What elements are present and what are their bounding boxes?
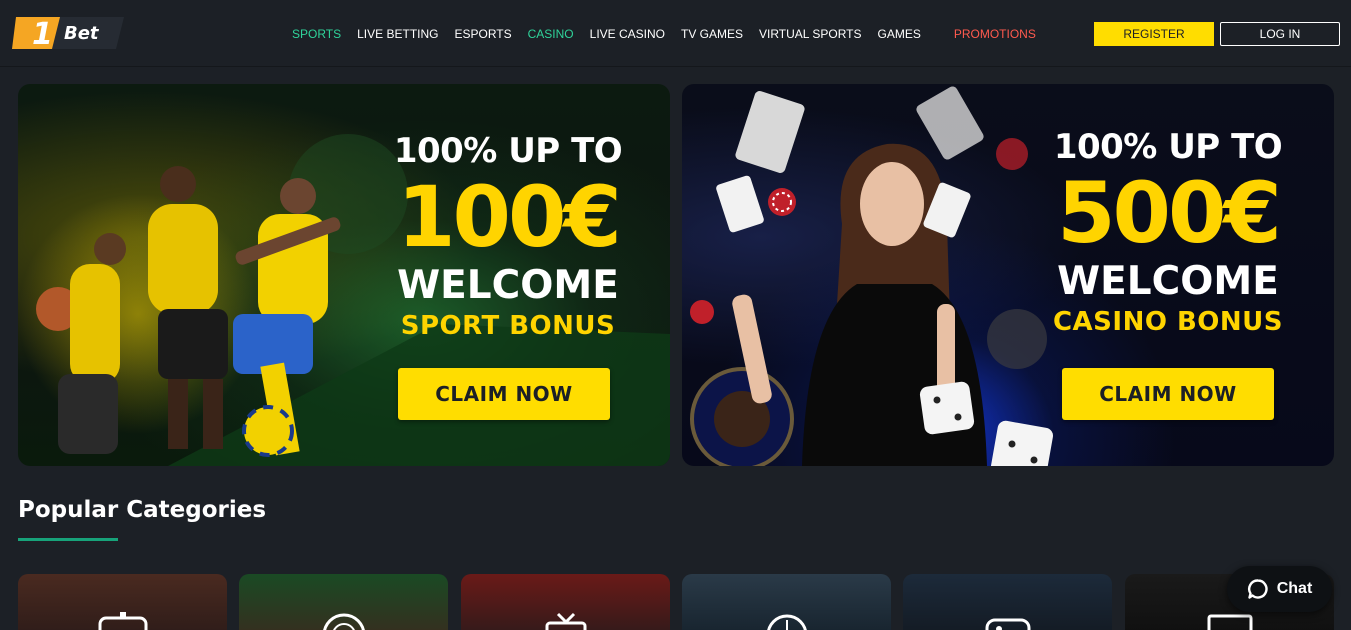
gamepad-icon bbox=[98, 612, 147, 630]
sport-promo-welcome: WELCOME bbox=[397, 263, 619, 308]
casino-promo-text: 100% UP TO 500€ WELCOME CASINO BONUS bbox=[1048, 127, 1288, 339]
nav-item-live-betting[interactable]: LIVE BETTING bbox=[357, 27, 438, 41]
register-button[interactable]: REGISTER bbox=[1094, 22, 1214, 46]
logo-number: 1 bbox=[32, 17, 53, 49]
sport-promo-text: 100% UP TO 100€ WELCOME SPORT BONUS bbox=[388, 131, 628, 343]
nav-item-promotions[interactable]: PROMOTIONS bbox=[954, 27, 1036, 41]
roulette-wheel-icon bbox=[322, 613, 365, 630]
soccer-ball-icon bbox=[766, 614, 807, 630]
sport-claim-now-button[interactable]: CLAIM NOW bbox=[398, 368, 610, 420]
nav-item-casino[interactable]: CASINO bbox=[528, 27, 574, 41]
nav-item-virtual-sports[interactable]: VIRTUAL SPORTS bbox=[759, 27, 861, 41]
nav-item-games[interactable]: GAMES bbox=[878, 27, 921, 41]
nav-item-sports[interactable]: SPORTS bbox=[292, 27, 341, 41]
casino-promo-amount: 500€ bbox=[1057, 164, 1282, 262]
nav-item-esports[interactable]: ESPORTS bbox=[454, 27, 511, 41]
category-card-2[interactable] bbox=[239, 574, 448, 630]
brand-logo[interactable]: 1 Bet bbox=[12, 17, 124, 49]
site-header: 1 Bet SPORTS LIVE BETTING ESPORTS CASINO… bbox=[0, 0, 1351, 67]
casino-promo-line1: 100% UP TO bbox=[1053, 127, 1283, 167]
monitor-icon bbox=[1207, 614, 1252, 630]
login-button[interactable]: LOG IN bbox=[1220, 22, 1340, 46]
sport-promo-line1: 100% UP TO bbox=[393, 131, 623, 171]
category-card-5[interactable] bbox=[903, 574, 1112, 630]
sport-bonus-banner[interactable]: 100% UP TO 100€ WELCOME SPORT BONUS CLAI… bbox=[18, 84, 670, 466]
section-title-underline bbox=[18, 538, 118, 541]
logo-text: Bet bbox=[64, 23, 100, 44]
main-nav: SPORTS LIVE BETTING ESPORTS CASINO LIVE … bbox=[292, 26, 1052, 42]
joystick-icon bbox=[985, 618, 1030, 630]
popular-categories-title: Popular Categories bbox=[18, 497, 267, 523]
category-card-3[interactable] bbox=[461, 574, 670, 630]
casino-claim-now-button[interactable]: CLAIM NOW bbox=[1062, 368, 1274, 420]
nav-item-tv-games[interactable]: TV GAMES bbox=[681, 27, 743, 41]
tv-icon bbox=[545, 612, 586, 630]
sport-promo-amount: 100€ bbox=[397, 168, 622, 266]
category-card-1[interactable] bbox=[18, 574, 227, 630]
chat-label: Chat bbox=[1276, 580, 1313, 597]
chat-bubble-icon bbox=[1247, 579, 1268, 599]
nav-item-live-casino[interactable]: LIVE CASINO bbox=[590, 27, 665, 41]
casino-promo-welcome: WELCOME bbox=[1057, 259, 1279, 304]
sport-promo-bonus: SPORT BONUS bbox=[400, 311, 616, 341]
category-card-4[interactable] bbox=[682, 574, 891, 630]
casino-bonus-banner[interactable]: 100% UP TO 500€ WELCOME CASINO BONUS CLA… bbox=[682, 84, 1334, 466]
casino-promo-bonus: CASINO BONUS bbox=[1052, 307, 1284, 337]
chat-button[interactable]: Chat bbox=[1227, 566, 1332, 612]
